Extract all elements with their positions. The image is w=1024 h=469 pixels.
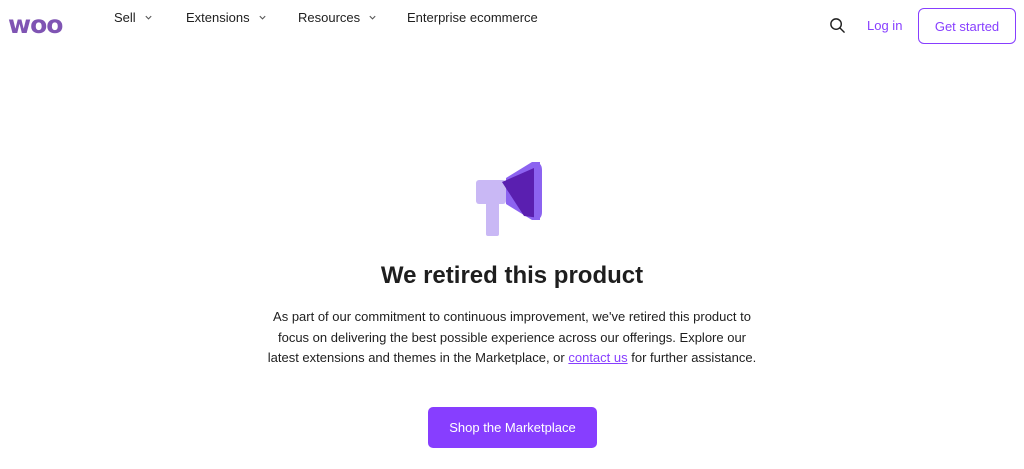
login-link[interactable]: Log in: [867, 18, 902, 33]
nav-item-sell[interactable]: Sell: [114, 10, 153, 25]
search-icon[interactable]: [829, 17, 846, 34]
shop-marketplace-button[interactable]: Shop the Marketplace: [428, 407, 597, 448]
nav-item-label: Sell: [114, 9, 136, 25]
nav-item-label: Extensions: [186, 9, 250, 25]
get-started-button[interactable]: Get started: [918, 8, 1016, 44]
woo-logo[interactable]: woo: [8, 11, 63, 39]
message-text-after-link: for further assistance.: [627, 350, 757, 365]
nav-item-enterprise-ecommerce[interactable]: Enterprise ecommerce: [407, 10, 538, 25]
site-header: woo Sell Extensions Resources Enterprise…: [0, 0, 1024, 52]
nav-item-label: Enterprise ecommerce: [407, 9, 538, 25]
chevron-down-icon: [259, 15, 266, 20]
retirement-message: As part of our commitment to continuous …: [262, 307, 762, 369]
page: woo Sell Extensions Resources Enterprise…: [0, 0, 1024, 469]
nav-item-label: Resources: [298, 9, 361, 25]
page-title: We retired this product: [380, 262, 644, 289]
megaphone-icon: [476, 162, 542, 236]
nav-item-extensions[interactable]: Extensions: [186, 10, 267, 25]
chevron-down-icon: [369, 15, 376, 20]
nav-item-resources[interactable]: Resources: [298, 10, 377, 25]
contact-us-link[interactable]: contact us: [568, 350, 627, 365]
chevron-down-icon: [145, 15, 152, 20]
